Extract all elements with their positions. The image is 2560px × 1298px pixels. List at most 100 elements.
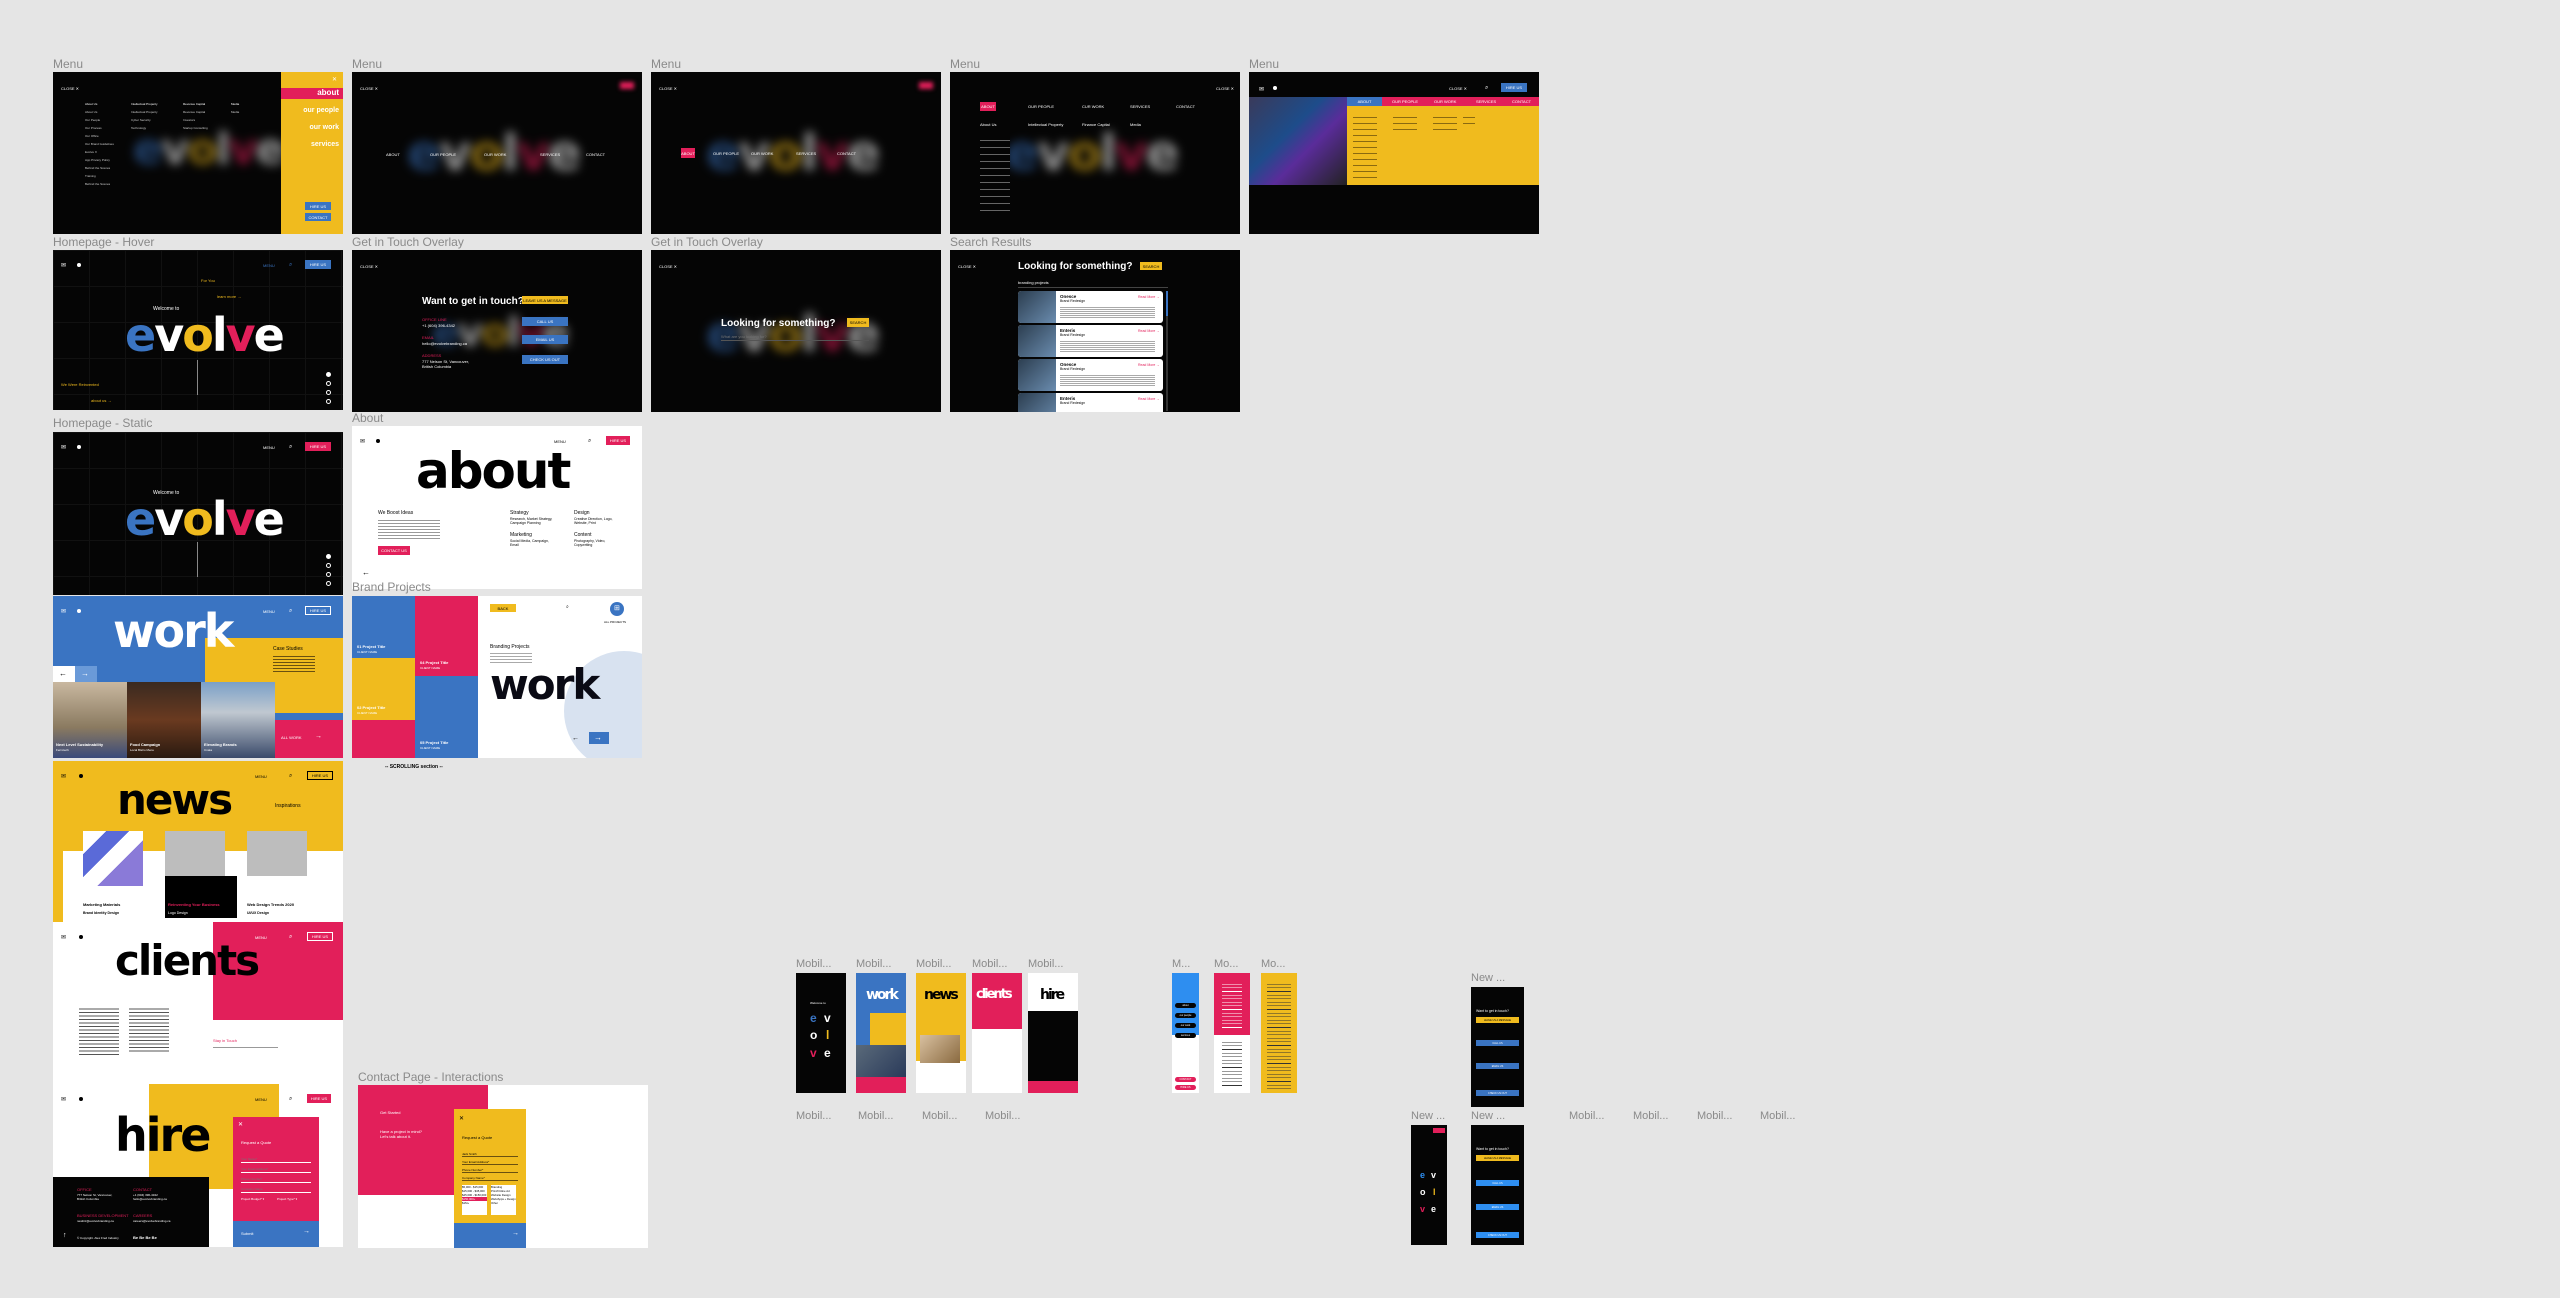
close-button[interactable]: CLOSE ✕ [659, 264, 677, 269]
mobile-menu-1[interactable]: about our people our work services CONTA… [1172, 973, 1199, 1093]
menu-button[interactable]: services [1175, 1033, 1196, 1038]
menu-frame-5[interactable]: ✉ CLOSE ✕ ⌕ HIRE US ABOUT OUR PEOPLE OUR… [1249, 72, 1539, 234]
company-field[interactable]: Company Name* [462, 1176, 518, 1181]
leave-message-button[interactable]: LEAVE US A MESSAGE [522, 296, 568, 304]
project-card[interactable]: Food Campaign Local Bistro Menu [127, 682, 201, 758]
mail-icon[interactable]: ✉ [61, 773, 66, 780]
menu-link[interactable]: Intellectual Property [131, 108, 158, 116]
nav-contact[interactable]: CONTACT [837, 151, 856, 156]
menu-link[interactable]: Behind the Scenes [85, 164, 114, 172]
submit-button[interactable]: Submit → [233, 1221, 319, 1247]
back-button[interactable]: BACK [490, 604, 516, 612]
name-field[interactable]: Jack Smith [462, 1152, 518, 1157]
social-icons[interactable]: Be Be Be Be [133, 1235, 157, 1240]
hire-bar[interactable] [1028, 1081, 1078, 1093]
work-frame[interactable]: ✉ MENU ⌕ HIRE US work Case Studies ← → N… [53, 596, 343, 758]
menu-frame-1[interactable]: evolve CLOSE ✕ About Us About Us Our Peo… [53, 72, 343, 234]
mobile-menu-3[interactable] [1261, 973, 1297, 1093]
menu-link[interactable]: Cyber Security [131, 116, 158, 124]
all-work-link[interactable]: ALL WORK [281, 735, 302, 740]
pager-dot-active[interactable] [326, 372, 331, 377]
phone-input[interactable] [241, 1175, 311, 1183]
search-icon[interactable]: ⌕ [289, 608, 292, 615]
news-card-featured[interactable]: Reinventing Your Business Logo Design [165, 876, 237, 918]
email-input[interactable] [241, 1165, 311, 1173]
search-icon[interactable]: ⌕ [289, 444, 292, 451]
menu-link[interactable]: Our Brand Guidelines [85, 140, 114, 148]
leave-message-button[interactable]: LEAVE US A MESSAGE [1476, 1155, 1519, 1161]
nav-our-work[interactable]: OUR WORK [1434, 99, 1456, 104]
project-tile[interactable]: 01 Project Title CLIENT NAME [352, 596, 415, 658]
submenu-links[interactable] [1222, 1039, 1242, 1089]
menu-button[interactable]: MENU [263, 445, 275, 450]
mail-icon[interactable]: ✉ [61, 444, 66, 451]
call-us-button[interactable]: CALL US [522, 317, 568, 326]
search-icon[interactable]: ⌕ [566, 604, 569, 610]
nav-about-active[interactable]: ABOUT [681, 148, 695, 158]
newsletter-input[interactable] [213, 1047, 278, 1048]
close-icon[interactable]: ✕ [238, 1121, 243, 1128]
nav-about-active[interactable]: ABOUT [1347, 97, 1382, 106]
email-us-button[interactable]: EMAIL US [1476, 1063, 1519, 1069]
news-card-title[interactable]: Marketing Materials [83, 902, 120, 907]
mail-icon[interactable]: ✉ [61, 608, 66, 615]
mail-icon[interactable]: ✉ [1259, 86, 1264, 93]
menu-link[interactable]: Investors [183, 116, 208, 124]
search-input[interactable] [721, 332, 869, 341]
mail-icon[interactable]: ✉ [61, 262, 66, 269]
project-card[interactable]: Elevating Brands Cnata [201, 682, 275, 758]
all-work-bar[interactable] [856, 1077, 906, 1093]
menu-button[interactable]: MENU [263, 263, 275, 268]
search-icon[interactable]: ⌕ [588, 438, 591, 445]
nav-contact[interactable]: CONTACT [586, 152, 605, 157]
close-icon[interactable]: ✕ [332, 76, 337, 83]
next-button[interactable]: → [75, 666, 97, 682]
menu-frame-4[interactable]: evolve CLOSE ✕ ABOUT OUR PEOPLE CUR WORK… [950, 72, 1240, 234]
news-card-image[interactable] [247, 831, 307, 876]
search-button[interactable]: SEARCH [1140, 262, 1162, 270]
close-button[interactable]: CLOSE ✕ [1216, 86, 1234, 91]
close-button[interactable]: CLOSE ✕ [1449, 86, 1467, 91]
nav-services[interactable]: SERVICES [1476, 99, 1496, 104]
nav-services[interactable]: SERVICES [1130, 104, 1150, 109]
mail-icon[interactable]: ✉ [360, 438, 365, 445]
contact-us-button[interactable]: CONTACT US [378, 546, 410, 555]
dropdown-option[interactable]: $1M+ [462, 1201, 487, 1205]
search-icon[interactable]: ⌕ [289, 934, 292, 941]
search-icon[interactable]: ⌕ [289, 1096, 292, 1103]
homepage-static-frame[interactable]: ✉ MENU ⌕ HIRE US Welcome to evolve [53, 432, 343, 595]
nav-contact[interactable]: CONTACT [1176, 104, 1195, 109]
brand-projects-frame[interactable]: 01 Project Title CLIENT NAME 02 Project … [352, 596, 642, 758]
menu-link[interactable]: Behind the Scenes [85, 180, 114, 188]
search-icon[interactable]: ⌕ [289, 262, 292, 269]
phone-field[interactable]: Phone Number* [462, 1168, 518, 1173]
email-us-button[interactable]: EMAIL US [522, 335, 568, 344]
mobile-home[interactable]: Welcome to e v o l v e [796, 973, 846, 1093]
search-results-frame[interactable]: CLOSE ✕ Looking for something? SEARCH br… [950, 250, 1240, 412]
menu-link[interactable]: Our Office [85, 132, 114, 140]
close-button[interactable]: CLOSE ✕ [659, 86, 677, 91]
search-button[interactable]: SEARCH [847, 318, 869, 327]
side-menu-item[interactable]: our work [309, 124, 339, 131]
nav-our-people[interactable]: OUR PEOPLE [713, 151, 739, 156]
get-in-touch-overlay-1[interactable]: evolve CLOSE ✕ Want to get in touch? LEA… [352, 250, 642, 412]
menu-link[interactable]: Revenue Capital [183, 108, 208, 116]
pager-dot[interactable] [326, 563, 331, 568]
nav-our-work[interactable]: OUR WORK [751, 151, 773, 156]
all-projects-button[interactable]: ⊞ [610, 602, 624, 616]
submit-button[interactable]: → [454, 1223, 526, 1248]
hire-button[interactable] [1433, 1128, 1445, 1133]
check-us-out-button[interactable]: CHECK US OUT [522, 355, 568, 364]
menu-button[interactable]: our people [1175, 1013, 1196, 1018]
type-dropdown[interactable]: Branding Print/Online Ad Website Design … [491, 1185, 516, 1215]
news-frame[interactable]: ✉ MENU ⌕ HIRE US news Inspirations Marke… [53, 761, 343, 923]
mobile-menu-2[interactable] [1214, 973, 1250, 1093]
homepage-hover-frame[interactable]: ✉ MENU ⌕ HIRE US Welcome to evolve For Y… [53, 250, 343, 410]
search-icon[interactable]: ⌕ [289, 773, 292, 780]
close-button[interactable]: CLOSE ✕ [61, 86, 79, 91]
nav-services[interactable]: SERVICES [540, 152, 560, 157]
nav-our-people[interactable]: OUR PEOPLE [1392, 99, 1418, 104]
side-menu-item[interactable]: services [311, 141, 339, 148]
pager-dot-active[interactable] [326, 554, 331, 559]
read-more-link[interactable]: Read More → [1138, 363, 1160, 367]
